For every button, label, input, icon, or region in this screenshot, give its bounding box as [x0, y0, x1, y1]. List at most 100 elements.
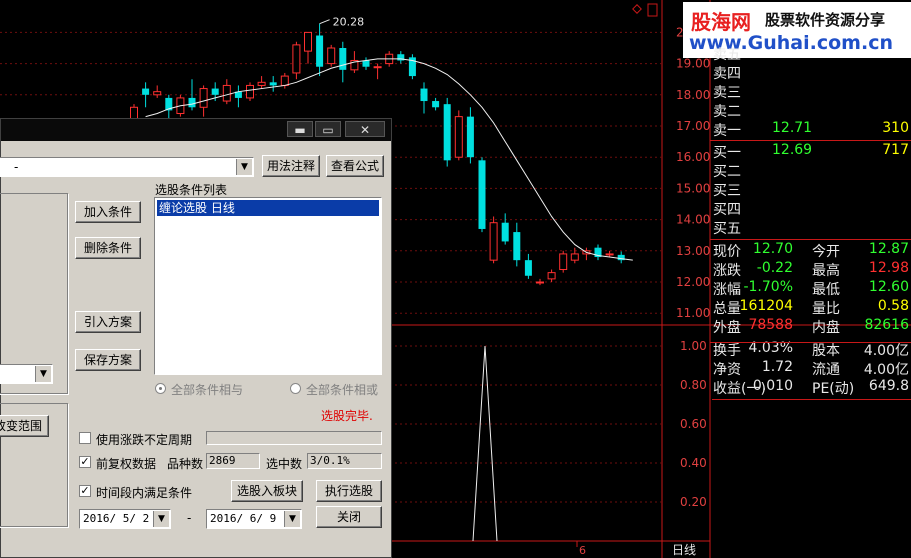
ask-label: 卖五 [713, 47, 741, 63]
window-toggle-icon [647, 3, 658, 17]
quote-divider [710, 342, 911, 343]
timeframe-checkbox[interactable]: ✓ [79, 485, 91, 497]
date-to-value: 2016/ 6/ 9 [210, 512, 277, 525]
volume-tick-label: 0.40 [680, 456, 707, 470]
fund-value: 0.010 [752, 378, 793, 394]
stat-value: -0.22 [756, 260, 793, 276]
price-tick-label: 19.00 [676, 57, 710, 71]
maximize-button[interactable]: ▭ [315, 121, 341, 137]
save-plan-button[interactable]: 保存方案 [75, 349, 141, 371]
date-from-picker[interactable]: 2016/ 5/ 2 ▼ [79, 509, 171, 529]
stat-row: 现价 12.70 今开 12.87 [712, 241, 911, 260]
candle-body [153, 91, 162, 96]
ask-row: 卖一 12.71 310 [712, 120, 911, 139]
price-tick-label: 16.00 [676, 150, 710, 164]
formula-select-value: - [14, 160, 19, 174]
date-to-picker[interactable]: 2016/ 6/ 9 ▼ [206, 509, 302, 529]
stat-label: 最高 [812, 263, 840, 279]
condition-list-title: 选股条件列表 [155, 183, 228, 197]
stat-row: 外盘 78588 内盘 82616 [712, 317, 911, 336]
bid-row: 买二 [712, 161, 911, 180]
quote-divider [710, 239, 911, 240]
count-value: 2869 [206, 453, 260, 469]
stat-value: 12.98 [868, 260, 909, 276]
bid-label: 买三 [713, 183, 741, 199]
change-range-button[interactable]: 改变范围 [0, 415, 49, 437]
candle-body [466, 116, 474, 158]
stock-screener-dialog: ▬ ▭ ✕ - ▼ 用法注释 查看公式 ▼ 加入条件 删除条件 引入方案 保存方… [0, 118, 392, 558]
import-plan-button[interactable]: 引入方案 [75, 311, 141, 333]
execute-button[interactable]: 执行选股 [316, 480, 382, 502]
date-tick-label: 6 [579, 544, 586, 557]
price-tick-label: 13.00 [676, 244, 710, 258]
formula-select[interactable]: - ▼ [0, 157, 254, 177]
close-window-button[interactable]: ✕ [345, 121, 385, 137]
add-to-block-button[interactable]: 选股入板块 [231, 480, 303, 502]
candle-body [501, 222, 509, 242]
candle-body [292, 44, 301, 74]
candle-body [188, 97, 196, 108]
quote-divider [710, 140, 911, 141]
bid-label: 买四 [713, 202, 741, 218]
all-and-radio[interactable] [155, 383, 166, 394]
stat-label: 今开 [812, 244, 840, 260]
bid-label: 买五 [713, 221, 741, 237]
status-text: 选股完毕. [321, 409, 373, 423]
stat-label: 量比 [812, 301, 840, 317]
condition-list[interactable]: 缠论选股 日线 [154, 197, 382, 375]
ask-volume: 310 [882, 120, 909, 136]
count-label: 品种数 [167, 457, 204, 471]
fund-value: 4.00亿 [863, 362, 909, 378]
view-formula-button[interactable]: 查看公式 [326, 155, 384, 177]
candle-body [257, 81, 266, 86]
usage-notes-button[interactable]: 用法注释 [262, 155, 320, 177]
candle-body [420, 88, 428, 102]
date-from-value: 2016/ 5/ 2 [83, 512, 150, 525]
volume-tick-label: 0.60 [680, 417, 707, 431]
stat-value: 12.60 [868, 279, 909, 295]
date-separator: - [187, 511, 192, 525]
fund-value: 1.72 [761, 359, 793, 375]
candle-body [559, 253, 568, 271]
price-tick-label: 14.00 [676, 213, 710, 227]
volume-tick-label: 1.00 [680, 339, 707, 353]
volume-line [472, 345, 498, 542]
ask-row: 卖四 [712, 63, 911, 82]
stock-chart-window: 20.0019.0018.0017.0016.0015.0014.0013.00… [0, 0, 911, 558]
stat-value: 12.87 [868, 241, 909, 257]
dialog-titlebar[interactable]: ▬ ▭ ✕ [1, 119, 391, 141]
ask-label: 卖四 [713, 66, 741, 82]
fund-row: 收益(一) 0.010 PE(动) 649.8 [712, 378, 911, 397]
stat-row: 总量 161204 量比 0.58 [712, 298, 911, 317]
close-button[interactable]: 关闭 [316, 506, 382, 528]
volume-tick-label: 0.80 [680, 378, 707, 392]
candle-body [489, 222, 498, 261]
stat-label: 涨跌 [713, 263, 741, 279]
add-condition-button[interactable]: 加入条件 [75, 201, 141, 223]
condition-list-item[interactable]: 缠论选股 日线 [157, 200, 379, 216]
restore-checkbox[interactable]: ✓ [79, 456, 91, 468]
param-select[interactable]: ▼ [0, 364, 53, 384]
chevron-down-icon: ▼ [284, 511, 300, 527]
delete-condition-button[interactable]: 删除条件 [75, 237, 141, 259]
stat-row: 涨幅 -1.70% 最低 12.60 [712, 279, 911, 298]
ask-label: 卖二 [713, 104, 741, 120]
timeframe-label: 时间段内满足条件 [96, 486, 193, 500]
chevron-down-icon: ▼ [153, 511, 169, 527]
candle-body [478, 160, 486, 229]
minimize-button[interactable]: ▬ [287, 121, 313, 137]
selected-value: 3/0.1% [307, 453, 382, 469]
all-or-radio[interactable] [290, 383, 301, 394]
high-marker-line [319, 19, 330, 25]
stat-value: 82616 [864, 317, 909, 333]
candle-body [570, 253, 579, 261]
price-tick-label: 15.00 [676, 181, 710, 195]
restore-label: 前复权数据 [96, 457, 157, 471]
bid-label: 买一 [713, 145, 741, 161]
chevron-down-icon: ▼ [236, 159, 252, 175]
price-tick-label: 18.00 [676, 88, 710, 102]
candle-body [222, 84, 231, 102]
variable-period-checkbox[interactable] [79, 432, 91, 444]
candle-body [547, 272, 556, 280]
candle-body [142, 88, 150, 95]
